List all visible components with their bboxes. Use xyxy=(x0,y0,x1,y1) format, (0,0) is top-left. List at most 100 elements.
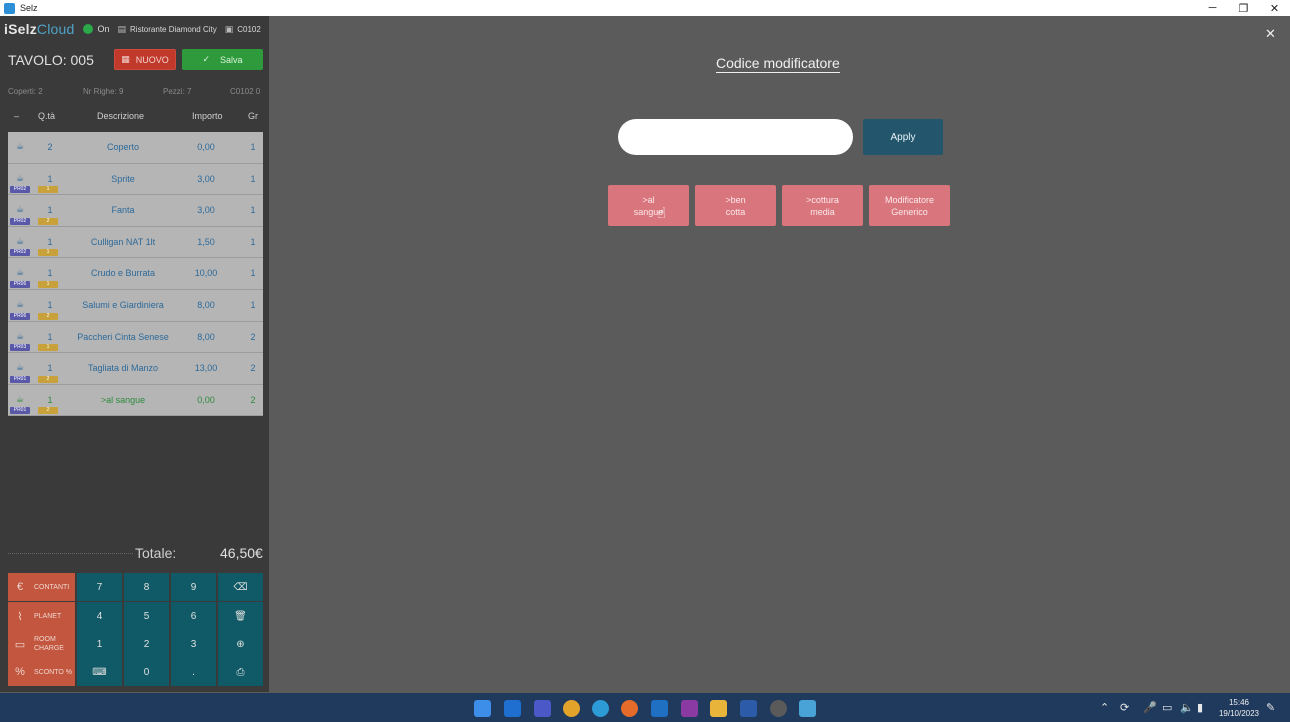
row-description: Coperto xyxy=(106,142,140,152)
tray-chevron-icon[interactable]: ⌃ xyxy=(1100,701,1109,714)
cup-icon: ☕ xyxy=(16,141,25,151)
new-order-label: NUOVO xyxy=(135,54,169,65)
zoom-button[interactable]: ⊕ xyxy=(218,630,263,658)
course-tag: 1 xyxy=(38,249,58,257)
github-icon[interactable] xyxy=(770,700,787,717)
key-0[interactable]: 0 xyxy=(124,658,169,686)
room-charge-button[interactable]: ▭ ROOM CHARGE xyxy=(8,630,75,658)
modifier-code-input[interactable] xyxy=(618,119,853,155)
key-dot[interactable]: . xyxy=(171,658,216,686)
percent-icon: % xyxy=(15,666,25,678)
table-title: TAVOLO: 005 xyxy=(8,52,94,68)
table-row[interactable]: ☕ 1 Culligan NAT 1lt 1,50 1 PR02 1 xyxy=(8,226,263,259)
clock[interactable]: 15:46 19/10/2023 xyxy=(1216,697,1262,719)
onenote-icon[interactable] xyxy=(681,700,698,717)
key-2[interactable]: 2 xyxy=(124,630,169,658)
backspace-button[interactable]: ⌫ xyxy=(218,573,263,601)
key-3[interactable]: 3 xyxy=(171,630,216,658)
taskbar: ⌃ ⟳ 🎤 ▭ 🔈 ▮ 15:46 19/10/2023 ✎ xyxy=(0,693,1290,722)
battery-icon[interactable]: ▮ xyxy=(1197,701,1203,714)
modifier-generico-button[interactable]: Modificatore Generico xyxy=(869,185,950,226)
status-dot-icon xyxy=(82,24,93,34)
printer-icon: ⎙ xyxy=(236,666,245,678)
col-description: Descrizione xyxy=(97,111,145,121)
minimize-button[interactable]: ─ xyxy=(1197,0,1228,16)
close-modal-button[interactable]: ✕ xyxy=(1265,26,1276,42)
table-row[interactable]: ☕ 1 Sprite 3,00 1 PR02 1 xyxy=(8,163,263,196)
modifier-ben-cotta-button[interactable]: >ben cotta xyxy=(695,185,776,226)
row-qty: 1 xyxy=(47,205,53,216)
table-row[interactable]: ☕ 1 >al sangue 0,00 2 PR01 2 xyxy=(8,384,263,417)
chrome-icon[interactable] xyxy=(563,700,580,717)
close-window-button[interactable]: ✕ xyxy=(1259,0,1290,16)
cup-icon: ☕ xyxy=(16,393,25,404)
delete-button[interactable]: 🗑 xyxy=(218,602,263,630)
edge-icon[interactable] xyxy=(592,700,609,717)
save-button[interactable]: ✓ Salva xyxy=(182,49,263,70)
discount-button[interactable]: % SCONTO % xyxy=(8,658,75,686)
terminal-code: C0102 xyxy=(237,24,261,34)
maximize-button[interactable]: ❐ xyxy=(1228,0,1259,16)
table-row[interactable]: ☕ 1 Tagliata di Manzo 13,00 2 PR01 2 xyxy=(8,353,263,385)
row-description: Tagliata di Manzo xyxy=(87,363,159,374)
chart-icon: ⌇ xyxy=(17,610,23,623)
folder-icon[interactable] xyxy=(710,700,727,717)
key-9[interactable]: 9 xyxy=(171,573,216,601)
planet-button[interactable]: ⌇ PLANET xyxy=(8,602,75,630)
printer-tag: PR02 xyxy=(10,186,30,194)
row-amount: 8,00 xyxy=(197,331,215,342)
row-qty: 1 xyxy=(47,394,53,405)
microphone-icon[interactable]: 🎤 xyxy=(1143,701,1157,714)
key-7[interactable]: 7 xyxy=(77,573,122,601)
cup-icon: ☕ xyxy=(16,267,25,278)
col-qty: Q.tà xyxy=(38,111,56,121)
key-5[interactable]: 5 xyxy=(124,602,169,630)
course-tag: 1 xyxy=(38,344,58,352)
new-order-button[interactable]: ▦ NUOVO xyxy=(114,49,176,70)
key-4[interactable]: 4 xyxy=(77,602,122,630)
apply-button[interactable]: Apply xyxy=(863,119,943,155)
terminal-icon: ▣ xyxy=(224,23,234,34)
word-icon[interactable] xyxy=(740,700,757,717)
row-group: 2 xyxy=(250,331,256,342)
teams-icon[interactable] xyxy=(534,700,551,717)
row-amount: 0,00 xyxy=(197,394,215,405)
zoom-icon: ⊕ xyxy=(236,638,245,650)
table-header: – Q.tà Descrizione Importo Gr xyxy=(0,108,269,124)
row-description: >al sangue xyxy=(100,394,146,405)
keyboard-button[interactable]: ⌨ xyxy=(77,658,122,686)
table-row[interactable]: ☕ 1 Fanta 3,00 1 PR02 2 xyxy=(8,195,263,227)
clock-time: 15:46 xyxy=(1228,698,1250,707)
print-button[interactable]: ⎙ xyxy=(218,658,263,686)
start-icon[interactable] xyxy=(474,700,491,717)
key-8[interactable]: 8 xyxy=(124,573,169,601)
row-group: 1 xyxy=(250,299,256,310)
table-row[interactable]: ☕ 1 Crudo e Burrata 10,00 1 PR06 1 xyxy=(8,258,263,290)
key-1[interactable]: 1 xyxy=(77,630,122,658)
display-icon[interactable]: ▭ xyxy=(1162,701,1172,714)
row-amount: 3,00 xyxy=(197,205,215,216)
sync-icon[interactable]: ⟳ xyxy=(1120,701,1129,714)
outlook-icon[interactable] xyxy=(504,700,521,717)
selz-app-icon[interactable] xyxy=(799,700,816,717)
key-6[interactable]: 6 xyxy=(171,602,216,630)
row-description: Culligan NAT 1lt xyxy=(90,236,156,247)
notification-icon[interactable]: ✎ xyxy=(1266,701,1275,714)
printer-tag: PR01 xyxy=(10,407,30,415)
modifier-al-sangue-button[interactable]: >al sangue xyxy=(608,185,689,226)
mail-icon[interactable] xyxy=(651,700,668,717)
printer-tag: PR01 xyxy=(10,375,30,383)
volume-icon[interactable]: 🔈 xyxy=(1180,701,1194,714)
table-row[interactable]: ☕ 1 Salumi e Giardiniera 8,00 1 PR06 2 xyxy=(8,289,263,322)
table-row[interactable]: ☕ 2 Coperto 0,00 1 xyxy=(8,132,263,164)
table-row[interactable]: ☕ 1 Paccheri Cinta Senese 8,00 2 PR03 1 xyxy=(8,321,263,354)
hand-cursor-icon: ☝ xyxy=(657,205,667,222)
modifier-cottura-media-button[interactable]: >cottura media xyxy=(782,185,863,226)
status-label: On xyxy=(97,24,110,34)
cash-button[interactable]: € CONTANTI xyxy=(8,573,75,601)
course-tag: 2 xyxy=(38,407,58,415)
row-group: 1 xyxy=(250,205,256,216)
firefox-icon[interactable] xyxy=(621,700,638,717)
receipt-icon: ▦ xyxy=(121,54,130,64)
printer-tag: PR02 xyxy=(10,217,30,225)
